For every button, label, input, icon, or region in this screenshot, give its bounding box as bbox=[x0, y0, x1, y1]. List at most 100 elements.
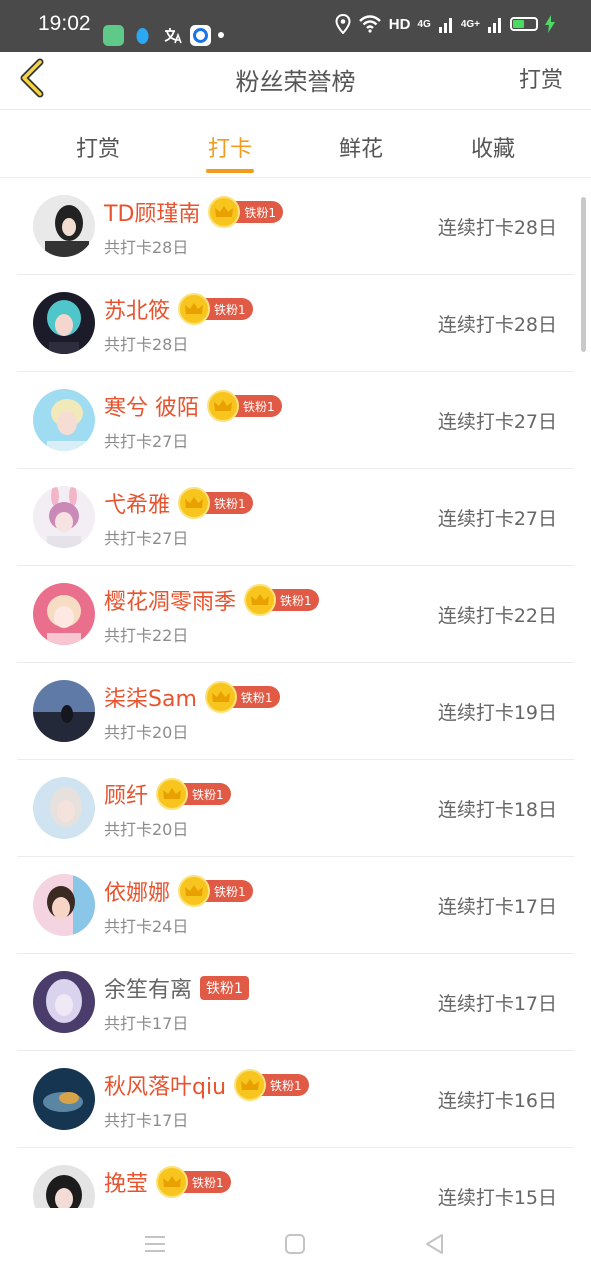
avatar[interactable] bbox=[33, 874, 95, 936]
fan-list: TD顾瑾南 铁粉1 共打卡28日 连续打卡28日 苏北筱 铁粉1 共打卡28日 … bbox=[0, 178, 591, 1208]
fan-level-badge: 铁粉1 bbox=[156, 778, 231, 810]
avatar[interactable] bbox=[33, 971, 95, 1033]
fan-level-badge: 铁粉1 bbox=[204, 681, 280, 713]
list-item[interactable]: 弋希雅 铁粉1 共打卡27日 连续打卡27日 bbox=[17, 469, 574, 566]
list-item[interactable]: 余笙有离 铁粉1 共打卡17日 连续打卡17日 bbox=[17, 954, 574, 1051]
fan-name[interactable]: 苏北筱 bbox=[104, 293, 170, 325]
list-item[interactable]: 挽莹 铁粉1 连续打卡15日 bbox=[17, 1148, 574, 1208]
signal-4g-plus-label: 4G+ bbox=[460, 18, 480, 30]
total-checkins: 共打卡28日 bbox=[104, 238, 189, 257]
tab-reward[interactable]: 打赏 bbox=[53, 131, 143, 163]
qq-penguin-icon bbox=[132, 25, 153, 46]
page-title: 粉丝荣誉榜 bbox=[235, 68, 356, 96]
fan-name[interactable]: 寒兮 彼陌 bbox=[104, 390, 199, 422]
checkin-streak: 连续打卡15日 bbox=[437, 1187, 557, 1208]
total-checkins: 共打卡20日 bbox=[104, 723, 189, 742]
fan-name[interactable]: 秋风落叶qiu bbox=[104, 1069, 226, 1101]
checkin-streak: 连续打卡27日 bbox=[437, 508, 557, 530]
avatar[interactable] bbox=[33, 777, 95, 839]
fan-name[interactable]: 弋希雅 bbox=[104, 487, 170, 519]
checkin-streak: 连续打卡27日 bbox=[437, 411, 557, 433]
fan-name[interactable]: 挽莹 bbox=[104, 1166, 148, 1198]
list-item[interactable]: 依娜娜 铁粉1 共打卡24日 连续打卡17日 bbox=[17, 857, 574, 954]
list-item[interactable]: 顾纤 铁粉1 共打卡20日 连续打卡18日 bbox=[17, 760, 574, 857]
fan-level-badge: 铁粉1 bbox=[178, 487, 253, 519]
fan-level-badge: 铁粉1 bbox=[178, 875, 253, 907]
list-item[interactable]: 樱花凋零雨季 铁粉1 共打卡22日 连续打卡22日 bbox=[17, 566, 574, 663]
list-item[interactable]: 柒柒Sam 铁粉1 共打卡20日 连续打卡19日 bbox=[17, 663, 574, 760]
list-item[interactable]: 寒兮 彼陌 铁粉1 共打卡27日 连续打卡27日 bbox=[17, 372, 574, 469]
total-checkins: 共打卡20日 bbox=[104, 820, 189, 839]
scrollbar[interactable] bbox=[581, 197, 586, 352]
signal-bars-icon-2 bbox=[488, 18, 501, 33]
more-notifications-dot bbox=[218, 32, 224, 38]
fan-level-badge: 铁粉1 bbox=[207, 390, 282, 422]
tab-bar: 打赏 打卡 鲜花 收藏 bbox=[0, 111, 591, 178]
checkin-streak: 连续打卡17日 bbox=[437, 993, 557, 1015]
avatar[interactable] bbox=[33, 1068, 95, 1130]
checkin-streak: 连续打卡17日 bbox=[437, 896, 557, 918]
charging-bolt-icon bbox=[545, 15, 555, 33]
fan-level-badge: 铁粉1 bbox=[156, 1166, 231, 1198]
total-checkins: 共打卡22日 bbox=[104, 626, 189, 645]
status-time: 19:02 bbox=[38, 12, 91, 35]
signal-4g-label: 4G bbox=[417, 18, 431, 30]
avatar[interactable] bbox=[33, 389, 95, 451]
checkin-streak: 连续打卡28日 bbox=[437, 314, 557, 336]
crown-icon bbox=[156, 778, 189, 810]
fan-name[interactable]: 柒柒Sam bbox=[104, 681, 197, 713]
list-item[interactable]: 秋风落叶qiu 铁粉1 共打卡17日 连续打卡16日 bbox=[17, 1051, 574, 1148]
avatar[interactable] bbox=[33, 680, 95, 742]
fan-level-badge: 铁粉1 bbox=[178, 293, 253, 325]
crown-icon bbox=[178, 875, 211, 907]
crown-icon bbox=[156, 1166, 189, 1198]
fan-name[interactable]: 顾纤 bbox=[104, 778, 148, 810]
translate-icon bbox=[162, 25, 183, 46]
app-header: 粉丝荣誉榜 打赏 bbox=[0, 52, 591, 110]
fan-level-badge: 铁粉1 bbox=[208, 196, 284, 228]
fan-name[interactable]: 依娜娜 bbox=[104, 875, 170, 907]
list-item[interactable]: TD顾瑾南 铁粉1 共打卡28日 连续打卡28日 bbox=[17, 178, 574, 275]
checkin-streak: 连续打卡28日 bbox=[437, 217, 557, 239]
app-notification-icon bbox=[103, 25, 124, 46]
crown-icon bbox=[207, 390, 239, 422]
hd-label: HD bbox=[388, 15, 411, 33]
menu-icon[interactable] bbox=[141, 1230, 169, 1258]
fan-name[interactable]: 余笙有离 bbox=[104, 972, 192, 1004]
crown-icon bbox=[204, 681, 237, 713]
total-checkins: 共打卡17日 bbox=[104, 1111, 189, 1130]
total-checkins: 共打卡17日 bbox=[104, 1014, 189, 1033]
back-triangle-icon[interactable] bbox=[421, 1230, 449, 1258]
checkin-streak: 连续打卡19日 bbox=[437, 702, 557, 724]
crown-icon bbox=[178, 487, 211, 519]
avatar[interactable] bbox=[33, 292, 95, 354]
reward-button[interactable]: 打赏 bbox=[519, 62, 563, 94]
tab-checkin[interactable]: 打卡 bbox=[185, 131, 275, 163]
fan-level-badge: 铁粉1 bbox=[200, 975, 249, 1001]
crown-icon bbox=[244, 584, 277, 616]
wifi-icon bbox=[358, 15, 381, 33]
total-checkins: 共打卡24日 bbox=[104, 917, 189, 936]
fan-level-label: 铁粉1 bbox=[200, 976, 249, 1000]
list-item[interactable]: 苏北筱 铁粉1 共打卡28日 连续打卡28日 bbox=[17, 275, 574, 372]
total-checkins: 共打卡28日 bbox=[104, 335, 189, 354]
status-bar: 19:02 HD 4G 4G+ bbox=[0, 0, 591, 52]
avatar[interactable] bbox=[33, 1165, 95, 1208]
crown-icon bbox=[208, 196, 241, 228]
tab-favorites[interactable]: 收藏 bbox=[448, 131, 538, 163]
crown-icon bbox=[178, 293, 211, 325]
home-square-icon[interactable] bbox=[281, 1230, 309, 1258]
location-icon bbox=[335, 14, 351, 34]
avatar[interactable] bbox=[33, 486, 95, 548]
fan-name[interactable]: TD顾瑾南 bbox=[104, 196, 200, 228]
fan-level-badge: 铁粉1 bbox=[244, 584, 319, 616]
checkin-streak: 连续打卡16日 bbox=[437, 1090, 557, 1112]
active-tab-indicator bbox=[206, 169, 254, 173]
tab-flowers[interactable]: 鲜花 bbox=[316, 131, 406, 163]
avatar[interactable] bbox=[33, 583, 95, 645]
fan-name[interactable]: 樱花凋零雨季 bbox=[104, 584, 236, 616]
total-checkins: 共打卡27日 bbox=[104, 432, 189, 451]
browser-icon bbox=[190, 25, 211, 46]
total-checkins: 共打卡27日 bbox=[104, 529, 189, 548]
avatar[interactable] bbox=[33, 195, 95, 257]
